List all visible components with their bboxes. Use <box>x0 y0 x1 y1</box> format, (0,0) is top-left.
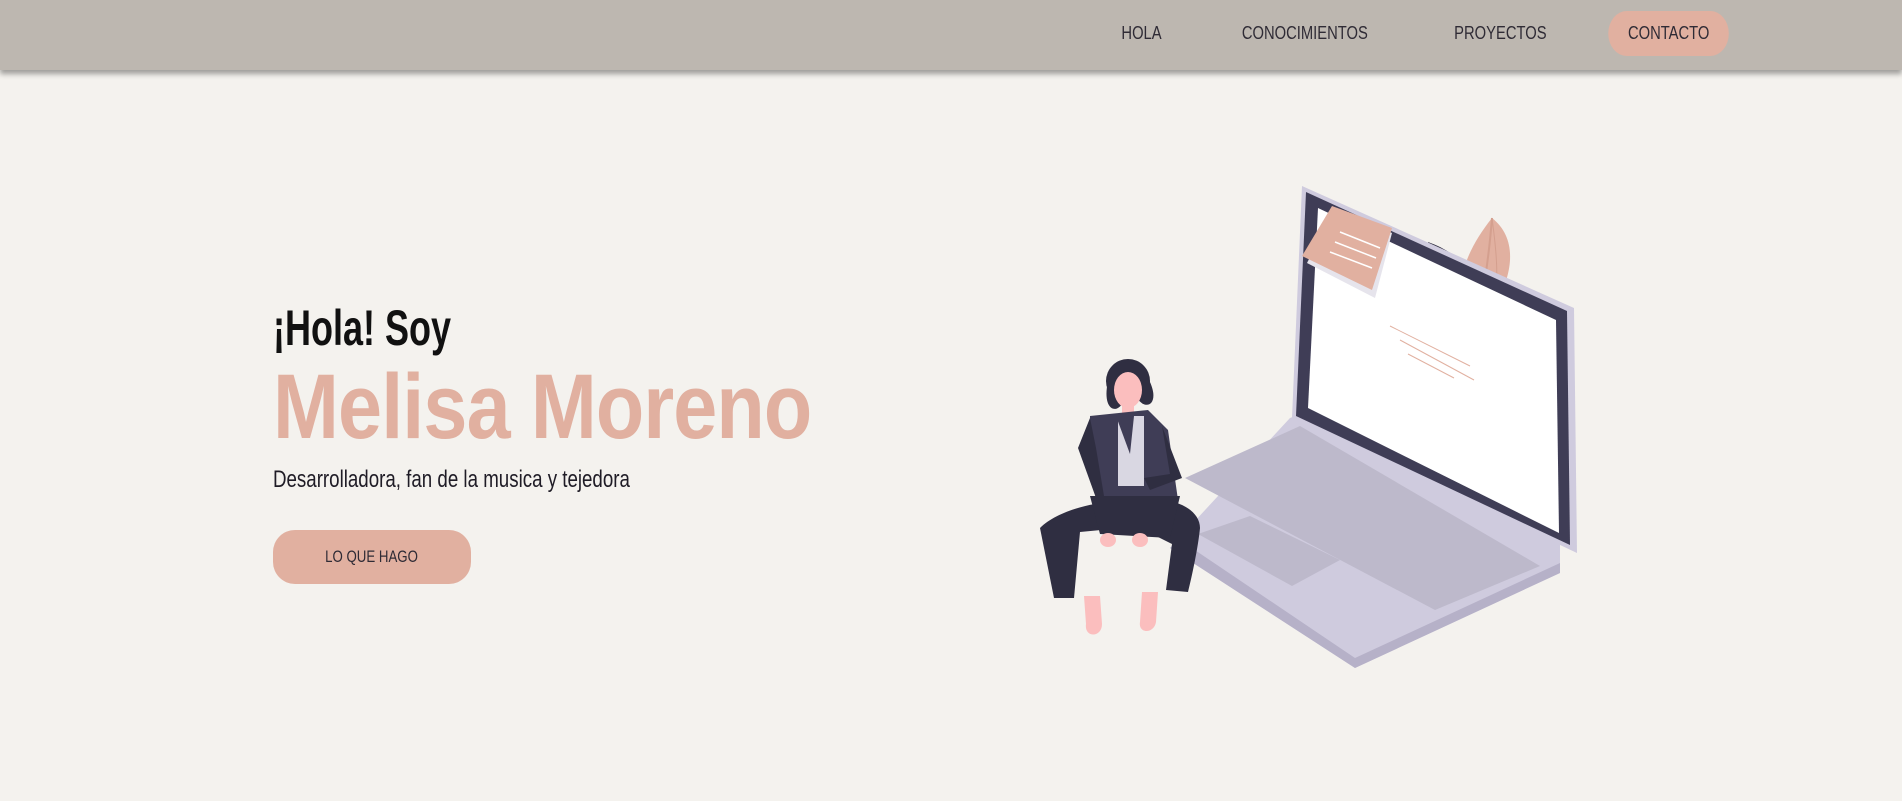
hero-name: Melisa Moreno <box>273 356 812 458</box>
nav-item-hola[interactable]: HOLA <box>1102 11 1182 56</box>
hero-tagline: Desarrolladora, fan de la musica y tejed… <box>273 466 630 493</box>
nav-item-conocimientos[interactable]: CONOCIMIENTOS <box>1222 11 1387 56</box>
hero-section: ¡Hola! Soy Melisa Moreno Desarrolladora,… <box>273 296 833 494</box>
top-navbar: HOLA CONOCIMIENTOS PROYECTOS CONTACTO <box>0 0 1902 70</box>
nav-item-proyectos[interactable]: PROYECTOS <box>1434 11 1566 56</box>
lo-que-hago-button[interactable]: LO QUE HAGO <box>273 530 471 584</box>
main-nav: HOLA CONOCIMIENTOS PROYECTOS CONTACTO <box>1093 10 1742 56</box>
woman-on-laptop-illustration <box>1040 186 1577 668</box>
hero-greeting: ¡Hola! Soy <box>273 300 452 356</box>
nav-item-contacto[interactable]: CONTACTO <box>1607 10 1729 56</box>
cta-label: LO QUE HAGO <box>325 547 419 566</box>
